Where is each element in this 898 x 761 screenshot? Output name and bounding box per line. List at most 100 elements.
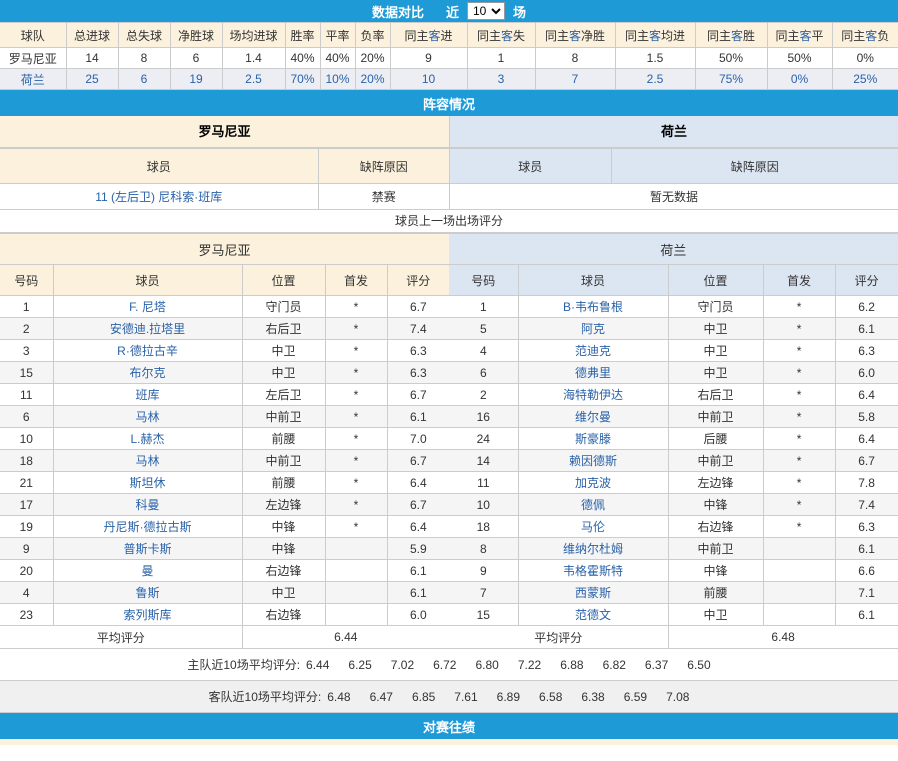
home-player-row: 17科曼左边锋*6.7	[0, 494, 449, 516]
player-rating: 5.8	[835, 406, 898, 428]
stat-value: 10%	[320, 69, 355, 90]
player-number: 5	[449, 318, 518, 340]
player-name-link[interactable]: 赖因德斯	[518, 450, 668, 472]
player-position: 中锋	[242, 538, 325, 560]
recent-rating-value: 6.47	[370, 690, 393, 704]
player-name-link[interactable]: 安德迪.拉塔里	[53, 318, 242, 340]
player-name-link[interactable]: 索列斯库	[53, 604, 242, 626]
player-name-link[interactable]: 范迪克	[518, 340, 668, 362]
player-rating: 6.1	[387, 582, 449, 604]
player-rating: 6.7	[387, 384, 449, 406]
player-name-link[interactable]: 丹尼斯·德拉古斯	[53, 516, 242, 538]
home-recent-label: 主队近10场平均评分:	[187, 656, 300, 673]
ratings-column-header: 球员	[518, 265, 668, 296]
player-name-link[interactable]: 马伦	[518, 516, 668, 538]
player-number: 8	[449, 538, 518, 560]
player-number: 19	[0, 516, 53, 538]
recent-rating-value: 7.08	[666, 690, 689, 704]
home-player-row: 23索列斯库右边锋6.0	[0, 604, 449, 626]
starter-flag: *	[763, 362, 835, 384]
home-player-row: 10L.赫杰前腰*7.0	[0, 428, 449, 450]
stat-value: 40%	[285, 48, 320, 69]
player-number: 10	[0, 428, 53, 450]
player-number: 23	[0, 604, 53, 626]
starter-flag: *	[325, 340, 387, 362]
player-rating: 6.4	[387, 516, 449, 538]
player-name-link[interactable]: 加克波	[518, 472, 668, 494]
home-player-row: 4鲁斯中卫6.1	[0, 582, 449, 604]
player-position: 右边锋	[242, 604, 325, 626]
stat-value: 20%	[355, 48, 390, 69]
starter-flag: *	[763, 494, 835, 516]
player-name-link[interactable]: 维尔曼	[518, 406, 668, 428]
stat-value: 50%	[695, 48, 767, 69]
player-name-link[interactable]: 班库	[53, 384, 242, 406]
player-name-link[interactable]: 普斯卡斯	[53, 538, 242, 560]
section-bar-lineup: 阵容情况	[0, 90, 898, 116]
player-name-link[interactable]: 德佩	[518, 494, 668, 516]
near-label: 近	[446, 2, 459, 21]
reason-column-header: 缺阵原因	[611, 149, 898, 184]
away-player-row: 5阿克中卫*6.1	[449, 318, 898, 340]
player-name-link[interactable]: 马林	[53, 450, 242, 472]
player-name-link[interactable]: F. 尼塔	[53, 296, 242, 318]
stat-value: 1	[467, 48, 535, 69]
player-position: 右后卫	[242, 318, 325, 340]
away-player-row: 18马伦右边锋*6.3	[449, 516, 898, 538]
player-name-link[interactable]: 斯豪滕	[518, 428, 668, 450]
compare-column-header: 球队	[0, 23, 66, 48]
player-rating: 7.4	[387, 318, 449, 340]
compare-column-header: 同主客负	[832, 23, 898, 48]
stat-value: 6	[118, 69, 170, 90]
recent-rating-value: 7.02	[391, 658, 414, 672]
home-avg-rating: 6.44	[242, 626, 449, 649]
player-number: 3	[0, 340, 53, 362]
player-name-link[interactable]: 维纳尔杜姆	[518, 538, 668, 560]
player-name-link[interactable]: 曼	[53, 560, 242, 582]
ratings-column-header: 位置	[242, 265, 325, 296]
player-name-link[interactable]: B·韦布鲁根	[518, 296, 668, 318]
stat-value: 75%	[695, 69, 767, 90]
player-name-link[interactable]: L.赫杰	[53, 428, 242, 450]
away-player-row: 11加克波左边锋*7.8	[449, 472, 898, 494]
missing-player-link[interactable]: 11 (左后卫) 尼科索·班库	[0, 184, 318, 210]
player-position: 中卫	[668, 340, 763, 362]
player-number: 11	[0, 384, 53, 406]
match-count-select[interactable]: 10	[467, 2, 505, 20]
stat-value: 2.5	[615, 69, 695, 90]
stat-value: 70%	[285, 69, 320, 90]
starter-flag: *	[325, 384, 387, 406]
starter-flag: *	[325, 428, 387, 450]
stat-value: 20%	[355, 69, 390, 90]
player-name-link[interactable]: 马林	[53, 406, 242, 428]
player-position: 中前卫	[242, 450, 325, 472]
player-name-link[interactable]: 西蒙斯	[518, 582, 668, 604]
ratings-column-header: 号码	[0, 265, 53, 296]
player-rating: 6.2	[835, 296, 898, 318]
player-name-link[interactable]: 德弗里	[518, 362, 668, 384]
player-column-header: 球员	[0, 149, 318, 184]
player-name-link[interactable]: 阿克	[518, 318, 668, 340]
player-name-link[interactable]: 斯坦休	[53, 472, 242, 494]
away-player-row: 1B·韦布鲁根守门员*6.2	[449, 296, 898, 318]
player-name-link[interactable]: 鲁斯	[53, 582, 242, 604]
player-number: 2	[449, 384, 518, 406]
home-player-row: 20曼右边锋6.1	[0, 560, 449, 582]
player-position: 中卫	[242, 362, 325, 384]
player-name-link[interactable]: 韦格霍斯特	[518, 560, 668, 582]
player-position: 中锋	[668, 494, 763, 516]
player-name-link[interactable]: 科曼	[53, 494, 242, 516]
compare-column-header: 同主客进	[390, 23, 467, 48]
away-player-row: 7西蒙斯前腰7.1	[449, 582, 898, 604]
compare-column-header: 总失球	[118, 23, 170, 48]
player-name-link[interactable]: R·德拉古辛	[53, 340, 242, 362]
player-rating: 6.3	[835, 516, 898, 538]
recent-rating-value: 6.72	[433, 658, 456, 672]
player-name-link[interactable]: 布尔克	[53, 362, 242, 384]
next-section-header-strip	[0, 739, 898, 745]
player-name-link[interactable]: 范德文	[518, 604, 668, 626]
ratings-column-header: 评分	[387, 265, 449, 296]
away-player-row: 6德弗里中卫*6.0	[449, 362, 898, 384]
player-name-link[interactable]: 海特勒伊达	[518, 384, 668, 406]
player-position: 守门员	[668, 296, 763, 318]
